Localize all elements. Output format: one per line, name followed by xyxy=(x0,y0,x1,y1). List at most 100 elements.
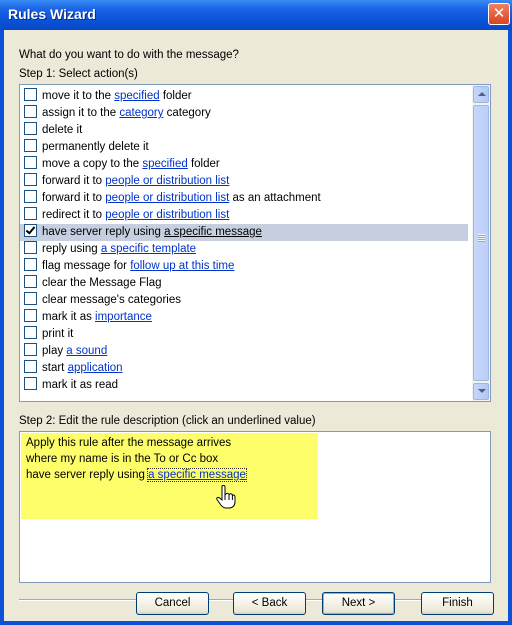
action-text: move it to the xyxy=(42,90,115,102)
action-text: permanently delete it xyxy=(42,141,149,153)
action-text-suffix: category xyxy=(163,107,211,119)
action-row[interactable]: reply using a specific template xyxy=(20,241,468,258)
action-text: have server reply using xyxy=(42,226,165,238)
grip-icon xyxy=(478,234,485,242)
action-link[interactable]: specified xyxy=(142,158,187,170)
action-row[interactable]: flag message for follow up at this time xyxy=(20,258,468,275)
action-link[interactable]: follow up at this time xyxy=(130,260,234,272)
action-text: print it xyxy=(42,328,74,340)
question-label: What do you want to do with the message? xyxy=(19,49,239,61)
action-link[interactable]: importance xyxy=(95,311,152,323)
action-checkbox[interactable] xyxy=(24,122,37,135)
action-text-suffix: as an attachment xyxy=(229,192,321,204)
action-row[interactable]: mark it as read xyxy=(20,377,468,394)
action-row[interactable]: have server reply using a specific messa… xyxy=(20,224,468,241)
action-text-suffix: folder xyxy=(159,90,192,102)
arrow-up-icon xyxy=(478,92,486,96)
action-text: assign it to the xyxy=(42,107,120,119)
back-button[interactable]: < Back xyxy=(233,592,306,615)
action-checkbox[interactable] xyxy=(24,105,37,118)
action-row[interactable]: clear the Message Flag xyxy=(20,275,468,292)
action-row[interactable]: forward it to people or distribution lis… xyxy=(20,173,468,190)
action-row[interactable]: forward it to people or distribution lis… xyxy=(20,190,468,207)
action-row[interactable]: assign it to the category category xyxy=(20,105,468,122)
action-link[interactable]: a sound xyxy=(66,345,107,357)
action-link[interactable]: specified xyxy=(114,90,159,102)
action-checkbox[interactable] xyxy=(24,190,37,203)
action-link[interactable]: people or distribution list xyxy=(105,209,229,221)
specific-message-link[interactable]: a specific message xyxy=(147,468,247,482)
action-row[interactable]: permanently delete it xyxy=(20,139,468,156)
action-checkbox[interactable] xyxy=(24,241,37,254)
window-frame-bottom xyxy=(0,621,512,625)
window-frame-right xyxy=(508,30,512,625)
action-checkbox[interactable] xyxy=(24,275,37,288)
action-link[interactable]: people or distribution list xyxy=(105,175,229,187)
title-bar[interactable]: Rules Wizard ✕ xyxy=(0,0,512,30)
scroll-down-button[interactable] xyxy=(473,383,489,400)
close-icon: ✕ xyxy=(492,4,506,22)
action-checkbox[interactable] xyxy=(24,292,37,305)
action-text: clear message's categories xyxy=(42,294,181,306)
action-text-suffix: folder xyxy=(187,158,220,170)
action-link[interactable]: category xyxy=(119,107,163,119)
rule-description-box: Apply this rule after the message arrive… xyxy=(19,431,491,583)
scroll-up-button[interactable] xyxy=(473,86,489,103)
action-checkbox[interactable] xyxy=(24,326,37,339)
action-checkbox[interactable] xyxy=(24,139,37,152)
action-text: delete it xyxy=(42,124,83,136)
action-row[interactable]: start application xyxy=(20,360,468,377)
action-checkbox[interactable] xyxy=(24,258,37,271)
window-title: Rules Wizard xyxy=(8,6,96,22)
action-checkbox[interactable] xyxy=(24,377,37,390)
action-row[interactable]: print it xyxy=(20,326,468,343)
action-row[interactable]: delete it xyxy=(20,122,468,139)
description-line-3-text: have server reply using xyxy=(26,469,149,481)
scroll-thumb[interactable] xyxy=(473,105,489,381)
action-text: redirect it to xyxy=(42,209,106,221)
action-checkbox[interactable] xyxy=(24,207,37,220)
actions-scrollbar[interactable] xyxy=(472,85,490,401)
action-text: move a copy to the xyxy=(42,158,143,170)
dialog-body: What do you want to do with the message?… xyxy=(4,30,508,621)
action-checkbox[interactable] xyxy=(24,224,37,237)
action-text: flag message for xyxy=(42,260,131,272)
action-row[interactable]: redirect it to people or distribution li… xyxy=(20,207,468,224)
action-row[interactable]: move it to the specified folder xyxy=(20,88,468,105)
actions-listbox[interactable]: move it to the specified folder assign it… xyxy=(19,84,491,402)
action-row[interactable]: mark it as importance xyxy=(20,309,468,326)
action-checkbox[interactable] xyxy=(24,156,37,169)
action-row[interactable]: move a copy to the specified folder xyxy=(20,156,468,173)
arrow-down-icon xyxy=(478,389,486,393)
hand-cursor-icon xyxy=(216,485,236,509)
next-button[interactable]: Next > xyxy=(322,592,395,615)
description-line-3: have server reply using a specific messa… xyxy=(26,468,247,482)
finish-button[interactable]: Finish xyxy=(421,592,494,615)
action-checkbox[interactable] xyxy=(24,173,37,186)
action-checkbox[interactable] xyxy=(24,343,37,356)
action-link[interactable]: a specific template xyxy=(101,243,196,255)
action-link[interactable]: a specific message xyxy=(164,226,262,238)
close-button[interactable]: ✕ xyxy=(488,3,510,25)
action-link[interactable]: people or distribution list xyxy=(105,192,229,204)
action-checkbox[interactable] xyxy=(24,360,37,373)
action-text: play xyxy=(42,345,67,357)
action-row[interactable]: play a sound xyxy=(20,343,468,360)
description-line-1: Apply this rule after the message arrive… xyxy=(26,437,232,449)
actions-list: move it to the specified folder assign it… xyxy=(20,88,468,394)
action-text: mark it as xyxy=(42,311,96,323)
action-row[interactable]: clear message's categories xyxy=(20,292,468,309)
action-text: clear the Message Flag xyxy=(42,277,162,289)
action-link[interactable]: application xyxy=(68,362,123,374)
action-checkbox[interactable] xyxy=(24,88,37,101)
rules-wizard-window: Rules Wizard ✕ What do you want to do wi… xyxy=(0,0,512,625)
step1-label: Step 1: Select action(s) xyxy=(19,68,138,80)
step2-label: Step 2: Edit the rule description (click… xyxy=(19,415,316,427)
action-text: forward it to xyxy=(42,192,106,204)
action-text: forward it to xyxy=(42,175,106,187)
cancel-button[interactable]: Cancel xyxy=(136,592,209,615)
action-checkbox[interactable] xyxy=(24,309,37,322)
action-text: start xyxy=(42,362,68,374)
action-text: reply using xyxy=(42,243,101,255)
action-text: mark it as read xyxy=(42,379,119,391)
